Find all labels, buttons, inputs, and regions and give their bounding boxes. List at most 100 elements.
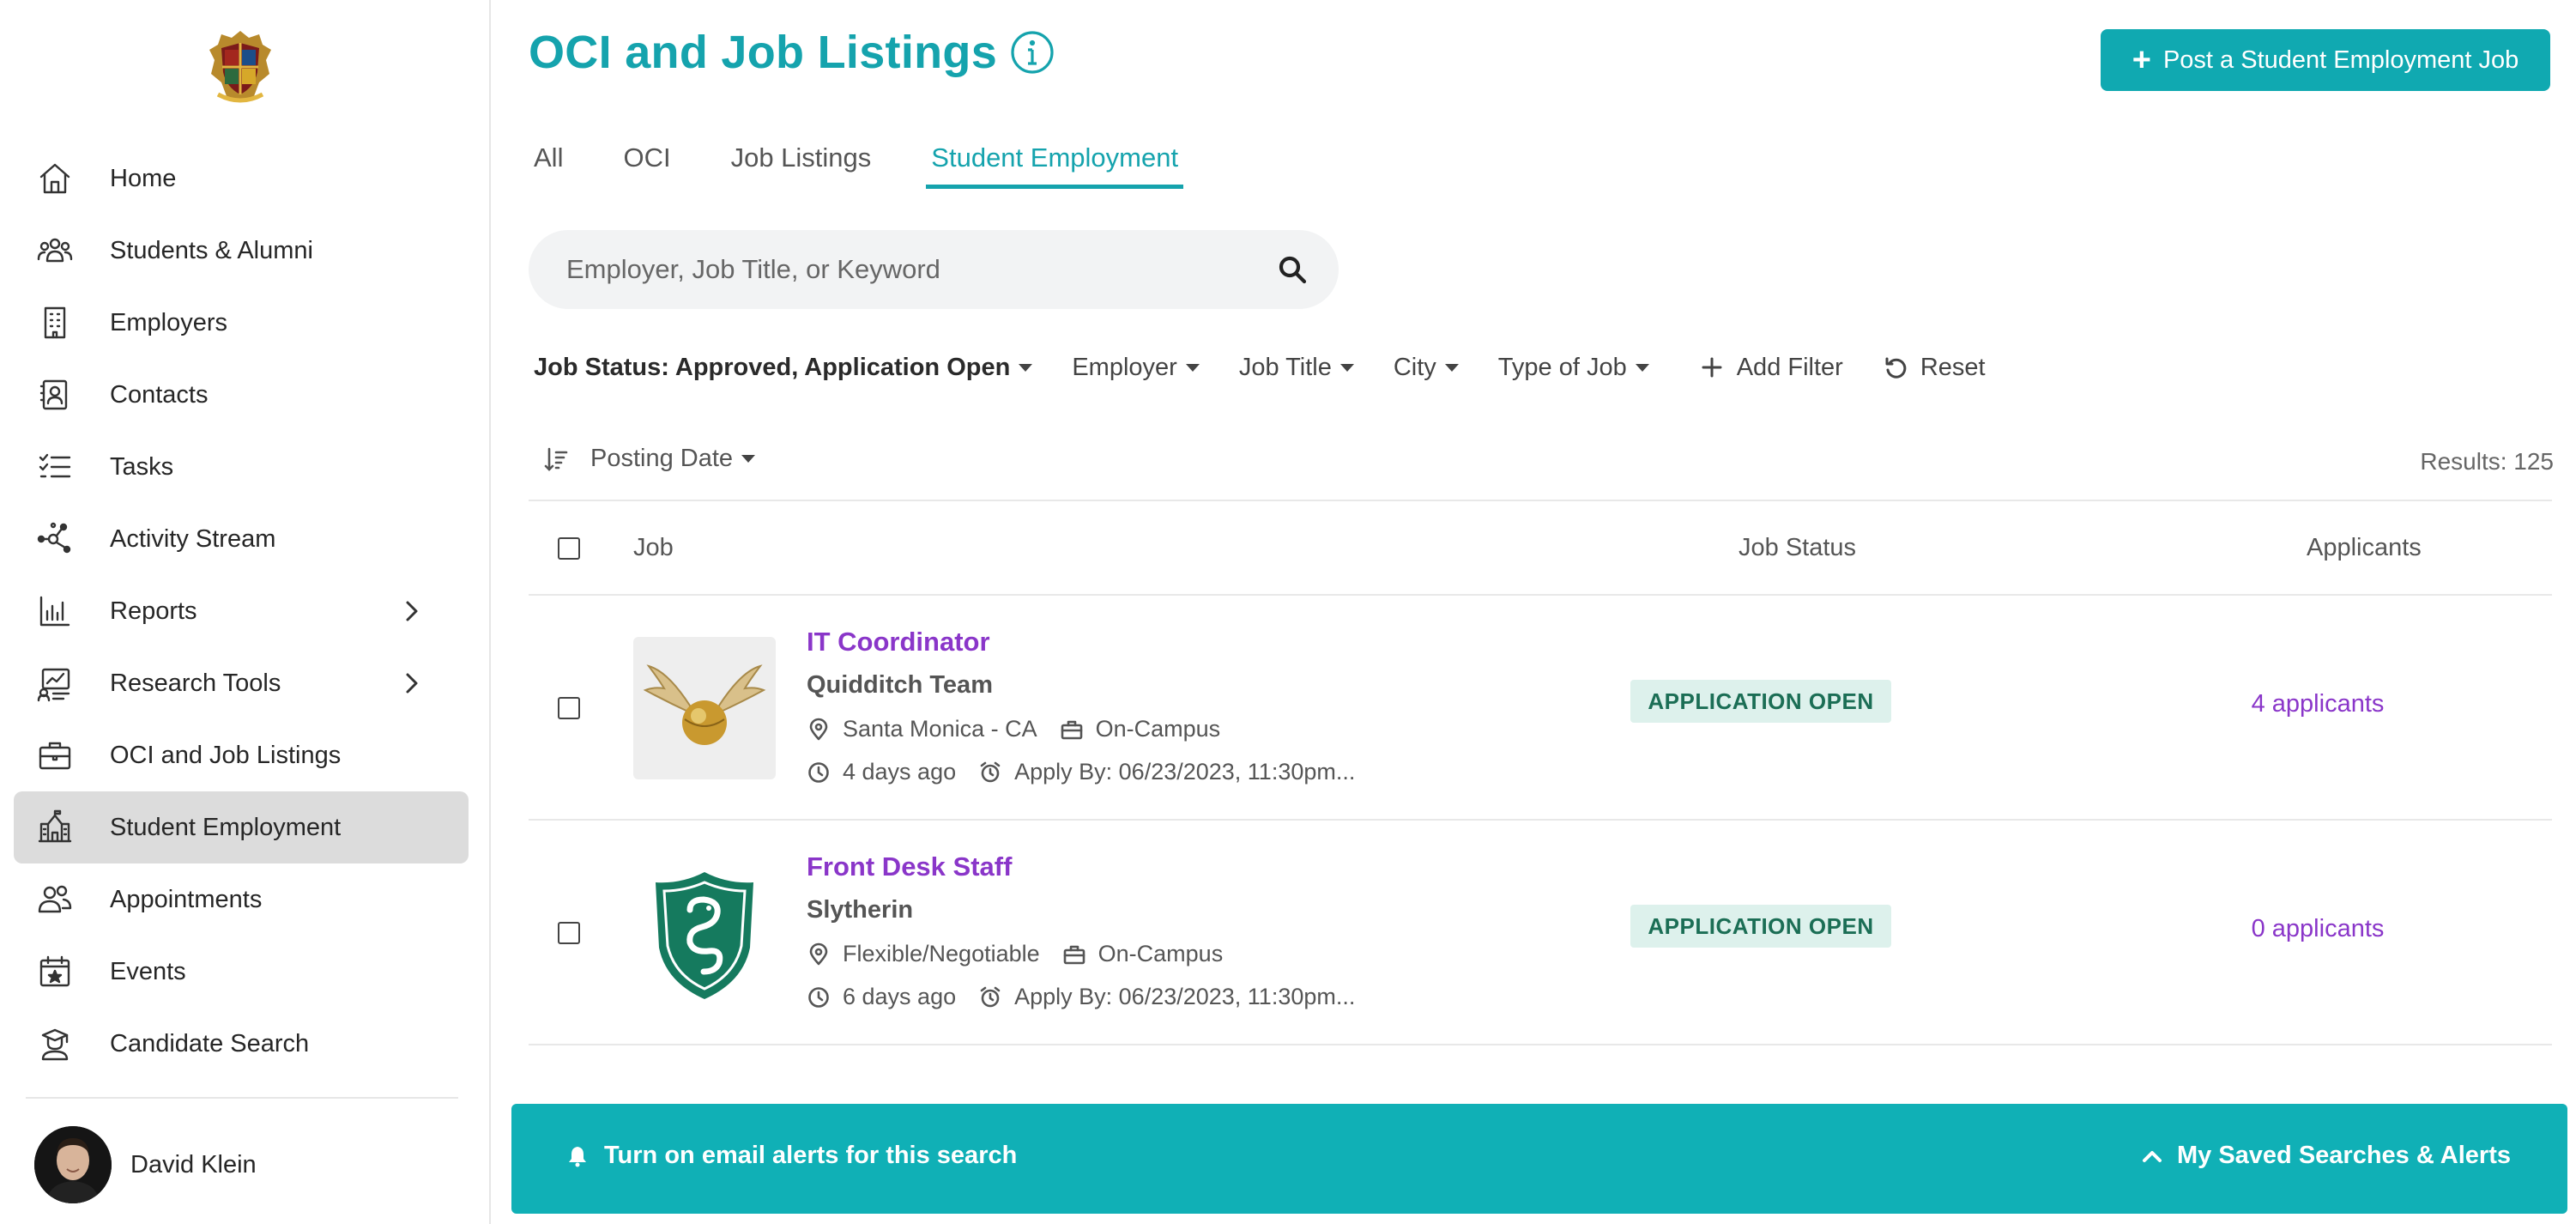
tab-all[interactable]: All xyxy=(529,136,568,189)
school-icon xyxy=(34,807,76,848)
caret-down-icon xyxy=(741,455,756,463)
sidebar-item-candidate-search[interactable]: Candidate Search xyxy=(14,1008,469,1080)
alarm-clock-icon xyxy=(978,760,1002,785)
filter-label: Job Status: Approved, Application Open xyxy=(534,353,1011,381)
tab-student-employment[interactable]: Student Employment xyxy=(926,136,1183,189)
sidebar-item-employers[interactable]: Employers xyxy=(14,287,469,359)
sidebar-item-reports[interactable]: Reports xyxy=(14,575,469,647)
sort-control[interactable]: Posting Date xyxy=(542,445,756,473)
sidebar-item-label: Reports xyxy=(110,597,197,625)
calendar-star-icon xyxy=(34,951,76,992)
job-title-link[interactable]: IT Coordinator xyxy=(807,627,990,657)
sidebar-item-label: Employers xyxy=(110,308,227,336)
post-button-label: Post a Student Employment Job xyxy=(2162,45,2519,74)
sidebar-item-contacts[interactable]: Contacts xyxy=(14,359,469,431)
table-row[interactable]: IT Coordinator Quidditch Team Santa Moni… xyxy=(529,596,2552,821)
job-location-meta: Flexible/Negotiable On-Campus xyxy=(807,941,1223,967)
job-title-filter[interactable]: Job Title xyxy=(1239,354,1354,382)
sidebar-item-label: Tasks xyxy=(110,452,174,481)
sidebar-item-events[interactable]: Events xyxy=(14,936,469,1008)
row-checkbox[interactable] xyxy=(558,697,580,719)
filter-label: City xyxy=(1393,353,1436,381)
sidebar-item-label: Events xyxy=(110,957,186,985)
sidebar-item-student-employment[interactable]: Student Employment xyxy=(14,791,469,863)
avatar[interactable] xyxy=(34,1126,112,1203)
tab-oci[interactable]: OCI xyxy=(618,136,675,189)
page-title: OCI and Job Listings xyxy=(529,27,998,78)
user-name: David Klein xyxy=(130,1150,257,1179)
sidebar-item-activity-stream[interactable]: Activity Stream xyxy=(14,503,469,575)
plus-icon xyxy=(1699,354,1725,380)
add-filter-label: Add Filter xyxy=(1736,353,1843,381)
email-alerts-toggle[interactable]: Turn on email alerts for this search xyxy=(566,1142,1017,1170)
table-header: Job Job Status Applicants xyxy=(529,500,2552,596)
job-location: Flexible/Negotiable xyxy=(843,941,1040,966)
user-profile[interactable]: David Klein xyxy=(34,1126,257,1203)
company-name[interactable]: Quidditch Team xyxy=(807,671,993,700)
sidebar-item-label: Research Tools xyxy=(110,669,281,697)
sidebar-item-label: Students & Alumni xyxy=(110,236,313,264)
column-header-job-status: Job Status xyxy=(1738,534,1857,561)
golden-snitch-logo xyxy=(633,637,776,779)
search-bar xyxy=(529,230,1339,309)
add-filter-button[interactable]: Add Filter xyxy=(1699,354,1843,382)
people-icon xyxy=(34,230,76,271)
job-dates-meta: 6 days ago Apply By: 06/23/2023, 11:30pm… xyxy=(807,984,1355,1010)
caret-down-icon xyxy=(1444,363,1459,372)
jobs-table: Job Job Status Applicants IT Coordinator… xyxy=(529,500,2552,1045)
post-student-employment-job-button[interactable]: + Post a Student Employment Job xyxy=(2101,29,2550,91)
listing-tabs: All OCI Job Listings Student Employment xyxy=(529,136,1233,189)
bell-icon xyxy=(566,1145,589,1167)
contact-card-icon xyxy=(34,374,76,415)
chevron-right-icon[interactable] xyxy=(398,597,426,625)
clock-icon xyxy=(807,760,831,785)
sidebar-item-label: Activity Stream xyxy=(110,524,276,553)
sidebar-item-oci-job-listings[interactable]: OCI and Job Listings xyxy=(14,719,469,791)
search-icon[interactable] xyxy=(1277,254,1308,285)
clock-icon xyxy=(807,985,831,1009)
info-icon[interactable] xyxy=(1009,29,1055,76)
select-all-checkbox[interactable] xyxy=(558,537,580,560)
hogwarts-crest-logo[interactable] xyxy=(206,26,275,106)
chevron-right-icon[interactable] xyxy=(398,670,426,697)
graduate-icon xyxy=(34,1023,76,1064)
job-status-filter[interactable]: Job Status: Approved, Application Open xyxy=(534,353,1033,382)
applicants-link[interactable]: 4 applicants xyxy=(2228,690,2408,718)
reset-icon xyxy=(1883,354,1908,380)
city-filter[interactable]: City xyxy=(1394,354,1459,382)
column-header-job: Job xyxy=(633,534,674,561)
apply-by-date: Apply By: 06/23/2023, 11:30pm... xyxy=(1014,984,1356,1009)
tab-job-listings[interactable]: Job Listings xyxy=(726,136,877,189)
company-name[interactable]: Slytherin xyxy=(807,896,913,924)
job-location-meta: Santa Monica - CA On-Campus xyxy=(807,716,1220,742)
job-title-link[interactable]: Front Desk Staff xyxy=(807,851,1012,882)
bar-chart-icon xyxy=(34,591,76,632)
status-badge: APPLICATION OPEN xyxy=(1630,905,1891,948)
page-header: OCI and Job Listings xyxy=(529,26,1055,79)
sidebar-item-home[interactable]: Home xyxy=(14,142,469,215)
sidebar-item-label: Home xyxy=(110,164,177,192)
row-checkbox[interactable] xyxy=(558,922,580,944)
research-chart-icon xyxy=(34,663,76,704)
sidebar-item-research-tools[interactable]: Research Tools xyxy=(14,647,469,719)
reset-button[interactable]: Reset xyxy=(1883,354,1986,382)
chevron-up-icon xyxy=(2139,1143,2165,1169)
table-row[interactable]: Front Desk Staff Slytherin Flexible/Nego… xyxy=(529,821,2552,1045)
sidebar-item-label: Candidate Search xyxy=(110,1029,310,1057)
sidebar-nav: Home Students & Alumni Employers Contact… xyxy=(14,142,469,1080)
sidebar-divider xyxy=(26,1097,458,1099)
sidebar-item-tasks[interactable]: Tasks xyxy=(14,431,469,503)
sidebar-item-students-alumni[interactable]: Students & Alumni xyxy=(14,215,469,287)
type-of-job-filter[interactable]: Type of Job xyxy=(1498,354,1649,382)
sidebar-item-appointments[interactable]: Appointments xyxy=(14,863,469,936)
employer-filter[interactable]: Employer xyxy=(1072,354,1200,382)
saved-searches-label: My Saved Searches & Alerts xyxy=(2176,1142,2511,1169)
work-type: On-Campus xyxy=(1098,941,1224,966)
column-header-applicants: Applicants xyxy=(2307,534,2422,561)
sort-dropdown[interactable]: Posting Date xyxy=(590,445,756,473)
search-input[interactable] xyxy=(566,254,1236,285)
saved-searches-button[interactable]: My Saved Searches & Alerts xyxy=(2139,1142,2511,1170)
home-icon xyxy=(34,158,76,199)
briefcase-icon xyxy=(1060,718,1084,742)
applicants-link[interactable]: 0 applicants xyxy=(2228,915,2408,943)
